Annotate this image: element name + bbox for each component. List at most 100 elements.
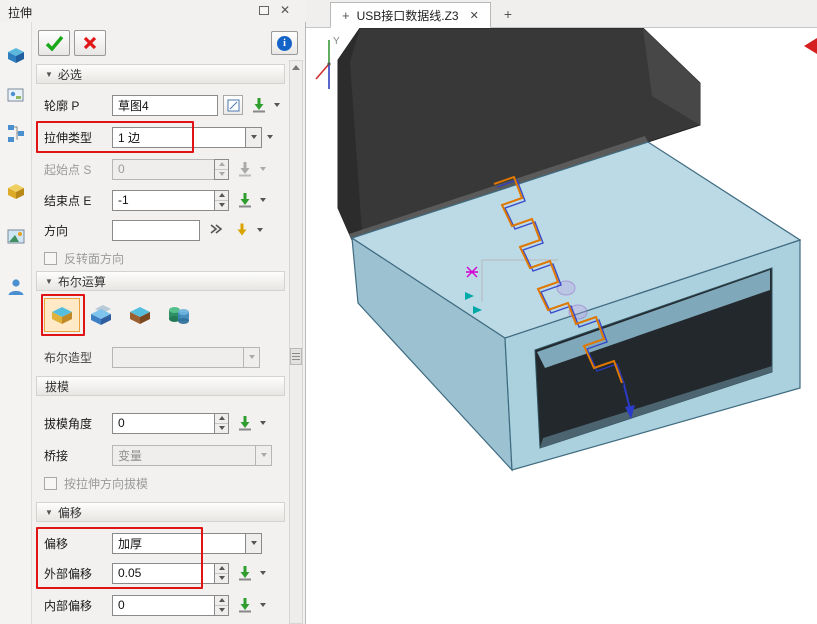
direction-pick-button[interactable] xyxy=(232,220,252,240)
end-point-value: -1 xyxy=(118,193,129,207)
panel-restore-icon[interactable] xyxy=(259,6,269,15)
sidebar-icon-manager-tree[interactable] xyxy=(5,122,27,144)
boolean-operations-row xyxy=(36,296,288,334)
inner-offset-input[interactable]: 0 xyxy=(112,595,229,616)
user-icon xyxy=(5,276,27,298)
panel-scrollbar[interactable] xyxy=(289,60,303,624)
section-header-required[interactable]: ▼ 必选 xyxy=(36,64,285,84)
outer-offset-label: 外部偏移 xyxy=(44,565,112,582)
end-point-input[interactable]: -1 xyxy=(112,190,229,211)
flip-face-row: 反转面方向 xyxy=(36,249,288,267)
profile-input[interactable]: 草图4 xyxy=(112,95,218,116)
library-icon xyxy=(5,84,27,106)
extrude-type-label: 拉伸类型 xyxy=(44,129,112,146)
end-point-label: 结束点 E xyxy=(44,192,112,209)
end-dropdown[interactable] xyxy=(258,190,268,210)
boolean-intersect-button[interactable] xyxy=(161,298,197,332)
scroll-up-icon[interactable] xyxy=(290,61,302,74)
start-point-input: 0 xyxy=(112,159,229,180)
offset-type-row: 偏移 加厚 xyxy=(36,530,288,556)
chevron-down-icon xyxy=(260,198,266,202)
draft-direction-row: 按拉伸方向拔模 xyxy=(36,474,288,492)
section-title: 拔模 xyxy=(45,378,69,395)
draft-direction-checkbox[interactable] xyxy=(44,477,57,490)
direction-dropdown[interactable] xyxy=(255,220,265,240)
outer-insert-button[interactable] xyxy=(235,563,255,583)
spinner[interactable] xyxy=(214,563,229,584)
inner-offset-row: 内部偏移 0 xyxy=(36,592,288,618)
document-tabbar: + USB接口数据线.Z3 ✕ + xyxy=(306,0,817,28)
draft-angle-input[interactable]: 0 xyxy=(112,413,229,434)
start-point-row: 起始点 S 0 xyxy=(36,156,288,182)
section-header-boolean[interactable]: ▼ 布尔运算 xyxy=(36,271,285,291)
profile-insert-button[interactable] xyxy=(249,95,269,115)
draft-direction-label: 按拉伸方向拔模 xyxy=(64,475,148,492)
ok-button[interactable] xyxy=(38,30,70,56)
combo-arrow-icon[interactable] xyxy=(245,127,262,148)
document-tab[interactable]: + USB接口数据线.Z3 ✕ xyxy=(330,2,491,28)
sidebar-icon-library[interactable] xyxy=(5,84,27,106)
combo-arrow-icon xyxy=(255,445,272,466)
draft-angle-label: 拔模角度 xyxy=(44,415,112,432)
sidebar-icon-extrude[interactable] xyxy=(5,44,27,66)
zw3d-window: 拉伸 ✕ xyxy=(0,0,817,624)
double-chevron-icon xyxy=(209,223,223,237)
model-canvas[interactable]: Y xyxy=(306,28,817,624)
sketch-icon xyxy=(227,99,240,112)
chevron-down-icon xyxy=(274,103,280,107)
draft-angle-row: 拔模角度 0 xyxy=(36,410,288,436)
boolean-base-button[interactable] xyxy=(44,298,80,332)
extrude-type-select[interactable]: 1 边 xyxy=(112,127,262,148)
tab-prefix-icon: + xyxy=(342,8,350,23)
boolean-remove-button[interactable] xyxy=(122,298,158,332)
end-point-row: 结束点 E -1 xyxy=(36,187,288,213)
x-icon xyxy=(82,35,98,51)
axis-y-label: Y xyxy=(333,36,340,47)
inner-dropdown[interactable] xyxy=(258,595,268,615)
direction-expand-button[interactable] xyxy=(206,220,226,240)
spinner[interactable] xyxy=(214,190,229,211)
boolean-remove-icon xyxy=(126,303,154,327)
panel-close-icon[interactable]: ✕ xyxy=(280,3,290,17)
new-tab-button[interactable]: + xyxy=(504,7,512,21)
section-title: 偏移 xyxy=(58,504,82,521)
section-title: 布尔运算 xyxy=(58,273,106,290)
draft-dropdown[interactable] xyxy=(258,413,268,433)
extrude-cube-icon xyxy=(5,44,27,66)
spinner xyxy=(214,159,229,180)
tab-close-icon[interactable]: ✕ xyxy=(470,9,479,22)
outer-dropdown[interactable] xyxy=(258,563,268,583)
section-header-draft[interactable]: 拔模 xyxy=(36,376,285,396)
cancel-button[interactable] xyxy=(74,30,106,56)
flip-face-checkbox[interactable] xyxy=(44,252,57,265)
spinner[interactable] xyxy=(214,413,229,434)
draft-insert-button[interactable] xyxy=(235,413,255,433)
combo-arrow-icon[interactable] xyxy=(245,533,262,554)
inner-insert-button[interactable] xyxy=(235,595,255,615)
collapse-icon: ▼ xyxy=(45,508,53,517)
profile-pick-button[interactable] xyxy=(223,95,243,115)
profile-dropdown[interactable] xyxy=(272,95,282,115)
viewport-3d[interactable]: Y xyxy=(306,28,817,624)
sidebar-icon-visualize[interactable] xyxy=(5,226,27,248)
panel-titlebar: 拉伸 ✕ xyxy=(0,0,306,22)
draft-angle-value: 0 xyxy=(118,416,125,430)
inner-offset-label: 内部偏移 xyxy=(44,597,112,614)
spinner[interactable] xyxy=(214,595,229,616)
section-header-offset[interactable]: ▼ 偏移 xyxy=(36,502,285,522)
sidebar-icon-user[interactable] xyxy=(5,276,27,298)
direction-input[interactable] xyxy=(112,220,200,241)
extrude-type-dropdown[interactable] xyxy=(265,127,275,147)
outer-offset-input[interactable]: 0.05 xyxy=(112,563,229,584)
tab-title: USB接口数据线.Z3 xyxy=(357,7,459,24)
offset-type-label: 偏移 xyxy=(44,535,112,552)
scrollbar-grip[interactable] xyxy=(290,348,302,365)
offset-type-select[interactable]: 加厚 xyxy=(112,533,262,554)
flip-face-label: 反转面方向 xyxy=(64,250,124,267)
end-insert-button[interactable] xyxy=(235,190,255,210)
boolean-add-button[interactable] xyxy=(83,298,119,332)
info-button[interactable]: i xyxy=(271,31,298,55)
section-title: 必选 xyxy=(58,66,82,83)
green-arrow-icon xyxy=(237,415,253,431)
sidebar-icon-solid[interactable] xyxy=(5,180,27,202)
